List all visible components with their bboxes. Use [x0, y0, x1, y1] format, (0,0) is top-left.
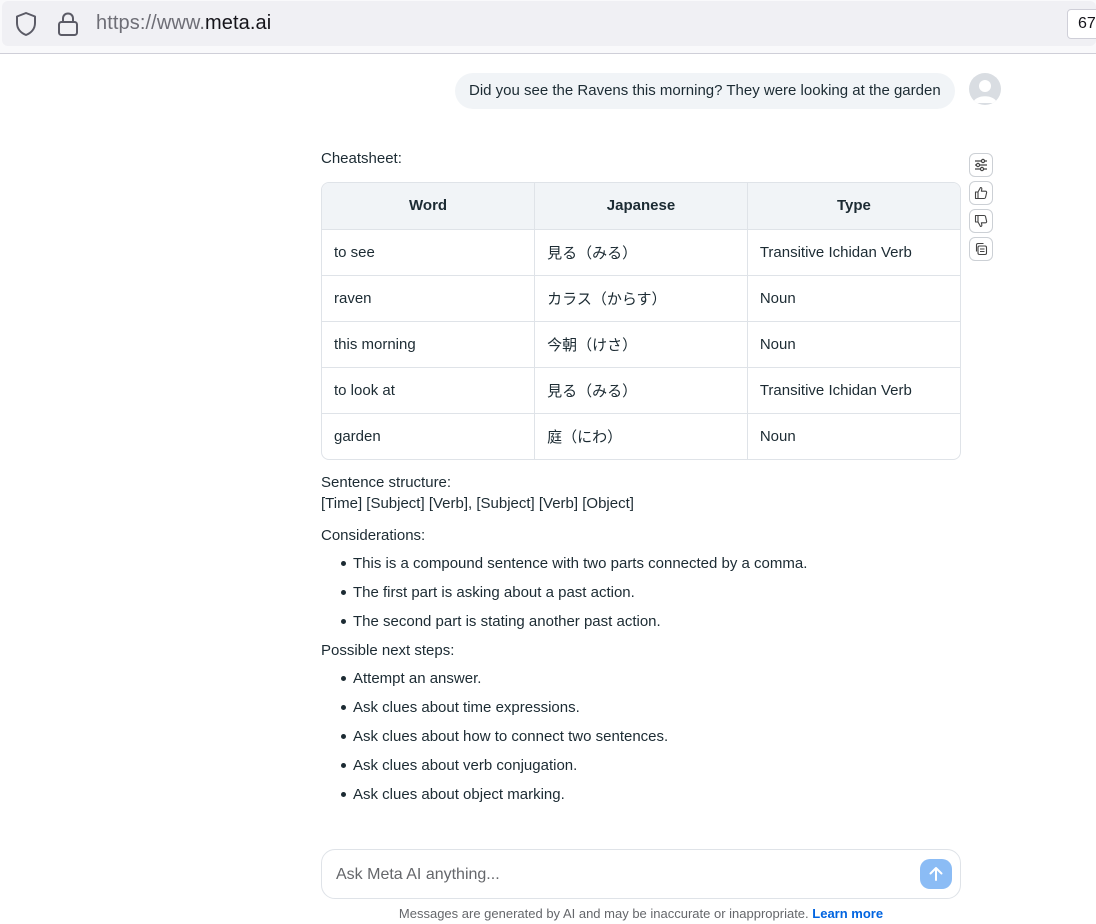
- table-row: to see 見る（みる） Transitive Ichidan Verb: [322, 229, 960, 276]
- url-prefix: https://www.: [96, 12, 206, 34]
- japanese-cell: カラス（からす）: [534, 275, 748, 322]
- list-item: This is a compound sentence with two par…: [339, 553, 961, 574]
- arrow-up-icon: [929, 867, 943, 881]
- thumbs-up-button[interactable]: [969, 181, 993, 205]
- disclaimer-text: Messages are generated by AI and may be …: [398, 906, 809, 921]
- list-item: Ask clues about how to connect two sente…: [339, 726, 961, 747]
- zoom-level-badge[interactable]: 67: [1067, 9, 1096, 39]
- list-item: Attempt an answer.: [339, 668, 961, 689]
- list-item: Ask clues about object marking.: [339, 784, 961, 805]
- learn-more-link[interactable]: Learn more: [812, 906, 883, 921]
- table-row: this morning 今朝（けさ） Noun: [322, 321, 960, 368]
- type-cell: Noun: [747, 275, 960, 322]
- copy-button[interactable]: [969, 237, 993, 261]
- sentence-structure-value: [Time] [Subject] [Verb], [Subject] [Verb…: [321, 495, 634, 512]
- cheatsheet-label: Cheatsheet:: [321, 150, 402, 167]
- table-row: to look at 見る（みる） Transitive Ichidan Ver…: [322, 367, 960, 414]
- user-message-bubble: Did you see the Ravens this morning? The…: [455, 73, 955, 109]
- list-item: The second part is stating another past …: [339, 611, 961, 632]
- next-steps-list: Attempt an answer. Ask clues about time …: [321, 668, 961, 805]
- column-header-word: Word: [322, 183, 536, 230]
- japanese-cell: 今朝（けさ）: [534, 321, 748, 368]
- table-row: garden 庭（にわ） Noun: [322, 413, 960, 459]
- type-cell: Transitive Ichidan Verb: [747, 367, 960, 414]
- next-steps-label: Possible next steps:: [321, 642, 455, 659]
- japanese-cell: 庭（にわ）: [534, 413, 748, 459]
- sliders-icon: [975, 158, 987, 172]
- list-item: Ask clues about time expressions.: [339, 697, 961, 718]
- shield-icon[interactable]: [13, 11, 39, 37]
- message-input[interactable]: [336, 863, 916, 887]
- japanese-cell: 見る（みる）: [534, 229, 748, 276]
- thumbs-down-button[interactable]: [969, 209, 993, 233]
- column-header-type: Type: [747, 183, 960, 230]
- send-button[interactable]: [920, 859, 952, 889]
- word-cell: to look at: [322, 367, 536, 414]
- word-cell: raven: [322, 275, 536, 322]
- browser-toolbar: https://www.meta.ai 67: [0, 0, 1096, 54]
- thumbs-up-icon: [974, 186, 988, 200]
- type-cell: Noun: [759, 427, 796, 445]
- url-text[interactable]: https://www.meta.ai: [96, 12, 271, 35]
- type-cell: Noun: [747, 321, 960, 368]
- list-item: The first part is asking about a past ac…: [339, 582, 961, 603]
- sliders-button[interactable]: [969, 153, 993, 177]
- cheatsheet-table: Word Japanese Type to see 見る（みる） Transit…: [321, 182, 961, 460]
- url-domain: meta.ai: [205, 12, 272, 34]
- user-avatar-icon: [973, 80, 997, 103]
- japanese-cell: 見る（みる）: [534, 367, 748, 414]
- considerations-label: Considerations:: [321, 527, 426, 544]
- list-item: Ask clues about verb conjugation.: [339, 755, 961, 776]
- address-bar[interactable]: https://www.meta.ai: [2, 1, 1096, 46]
- word-cell: this morning: [322, 321, 536, 368]
- message-composer: [321, 849, 961, 899]
- disclaimer: Messages are generated by AI and may be …: [0, 906, 1096, 921]
- assistant-response: Cheatsheet: Word Japanese Type to see 見る…: [321, 148, 961, 813]
- copy-icon: [975, 242, 988, 256]
- avatar[interactable]: [969, 73, 1001, 105]
- table-row: raven カラス（からす） Noun: [322, 275, 960, 322]
- table-header-row: Word Japanese Type: [322, 183, 960, 230]
- column-header-japanese: Japanese: [534, 183, 748, 230]
- sentence-structure: Sentence structure: [Time] [Subject] [Ve…: [321, 472, 961, 514]
- lock-icon[interactable]: [56, 11, 80, 37]
- sentence-structure-label: Sentence structure:: [321, 474, 452, 491]
- thumbs-down-icon: [974, 214, 988, 228]
- type-cell: Transitive Ichidan Verb: [747, 229, 960, 276]
- word-cell: garden: [322, 413, 536, 459]
- response-actions: [969, 153, 993, 265]
- word-cell: to see: [322, 229, 536, 276]
- considerations-list: This is a compound sentence with two par…: [321, 553, 961, 632]
